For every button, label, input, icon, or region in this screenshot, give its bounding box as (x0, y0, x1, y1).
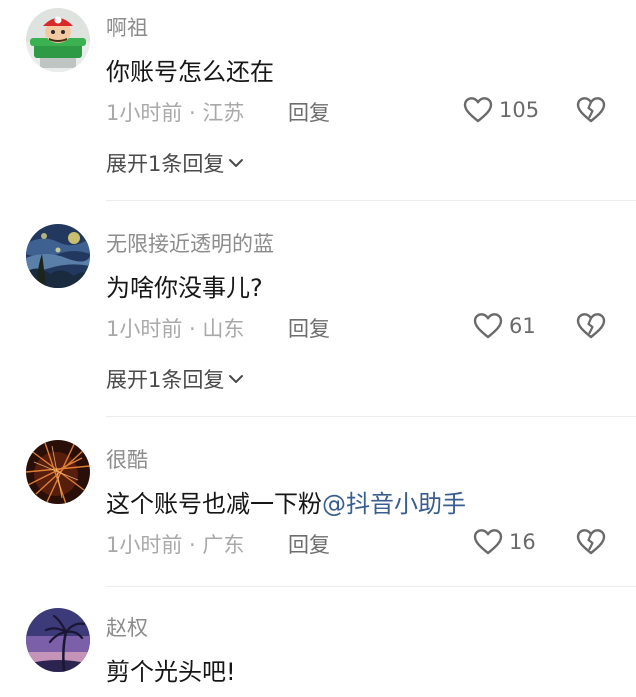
comment-item-1: 啊祖 你账号怎么还在 1小时前 · 江苏 回复 105 展开1条回复 (0, 0, 636, 201)
comment-text-body: 这个账号也减一下粉 (106, 490, 322, 518)
broken-heart-icon (576, 97, 606, 123)
username[interactable]: 啊祖 (106, 12, 148, 42)
expand-replies-button[interactable]: 展开1条回复 (106, 148, 244, 178)
like-button[interactable]: 61 (473, 312, 536, 340)
username[interactable]: 很酷 (106, 444, 148, 474)
like-button[interactable]: 105 (463, 96, 539, 124)
starry-night-avatar-icon[interactable] (26, 224, 90, 288)
comment-text: 剪个光头吧! (106, 658, 236, 686)
dislike-button[interactable] (576, 312, 606, 340)
comment-text: 你账号怎么还在 (106, 58, 274, 86)
palm-sunset-avatar-icon[interactable] (26, 608, 90, 672)
time-location: 1小时前 · 江苏 (106, 101, 245, 125)
time-location: 1小时前 · 广东 (106, 533, 245, 557)
expand-replies-label: 展开1条回复 (106, 368, 225, 392)
dislike-button[interactable] (576, 528, 606, 556)
like-count: 61 (509, 314, 536, 338)
divider (106, 586, 636, 587)
reply-button[interactable]: 回复 (288, 313, 330, 343)
like-button[interactable]: 16 (473, 528, 536, 556)
comment-text: 这个账号也减一下粉@抖音小助手 (106, 484, 466, 519)
username[interactable]: 无限接近透明的蓝 (106, 228, 274, 258)
comment-item-4: 赵权 剪个光头吧! (0, 600, 636, 697)
heart-icon (463, 97, 493, 123)
dislike-button[interactable] (576, 96, 606, 124)
like-count: 16 (509, 530, 536, 554)
chevron-down-icon (229, 375, 244, 383)
chevron-down-icon (229, 159, 244, 167)
broken-heart-icon (576, 529, 606, 555)
heart-icon (473, 529, 503, 555)
divider (106, 416, 636, 417)
mario-avatar-icon[interactable] (26, 8, 90, 72)
sparks-avatar-icon[interactable] (26, 440, 90, 504)
comment-item-2: 无限接近透明的蓝 为啥你没事儿? 1小时前 · 山东 回复 61 展开1条回复 (0, 216, 636, 417)
heart-icon (473, 313, 503, 339)
mention-link[interactable]: @抖音小助手 (322, 490, 466, 518)
divider (106, 200, 636, 201)
time-location: 1小时前 · 山东 (106, 317, 245, 341)
reply-button[interactable]: 回复 (288, 97, 330, 127)
username[interactable]: 赵权 (106, 612, 148, 642)
comment-text: 为啥你没事儿? (106, 274, 263, 302)
like-count: 105 (499, 98, 540, 122)
expand-replies-label: 展开1条回复 (106, 152, 225, 176)
reply-button[interactable]: 回复 (288, 529, 330, 559)
comment-item-3: 很酷 这个账号也减一下粉@抖音小助手 1小时前 · 广东 回复 16 (0, 432, 636, 592)
expand-replies-button[interactable]: 展开1条回复 (106, 364, 244, 394)
broken-heart-icon (576, 313, 606, 339)
